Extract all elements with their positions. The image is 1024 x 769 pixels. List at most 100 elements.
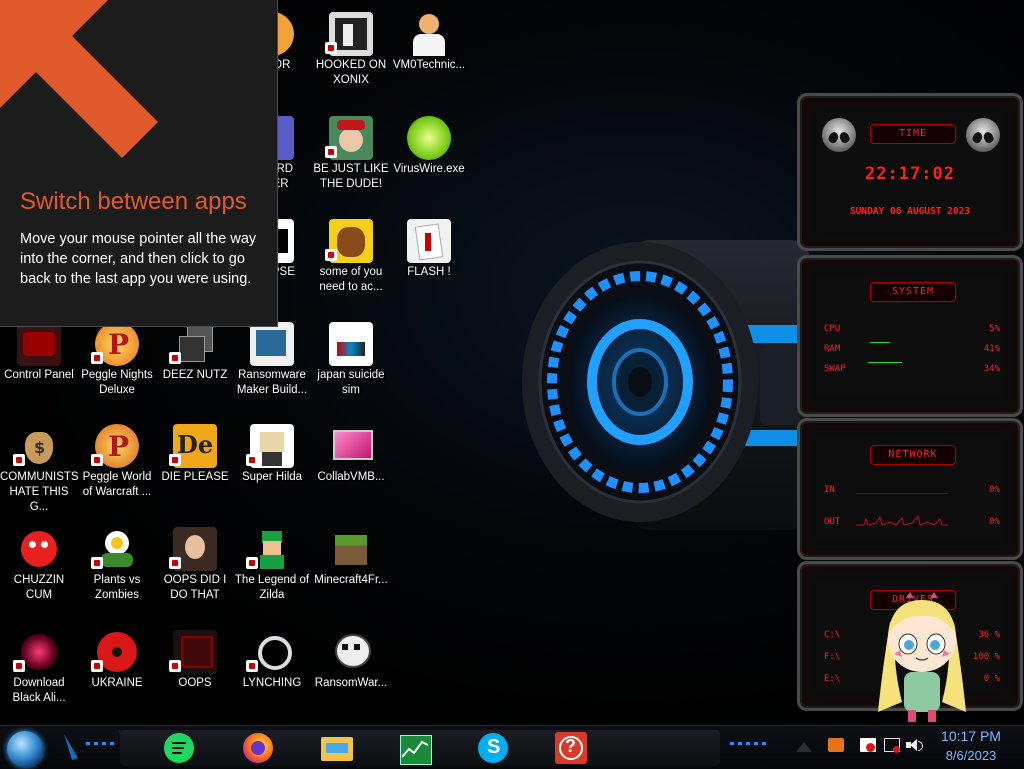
- shortcut-arrow-icon: [91, 454, 103, 466]
- widget-header: SYSTEM: [870, 282, 956, 302]
- shortcut-arrow-icon: [91, 352, 103, 364]
- desktop-icon[interactable]: Control Panel: [0, 316, 78, 416]
- desktop-icon[interactable]: The Legend of Zilda: [233, 521, 311, 621]
- desktop-icon[interactable]: UKRAINE: [78, 624, 156, 724]
- desktop-icon[interactable]: Plants vs Zombies: [78, 521, 156, 621]
- file-explorer-icon[interactable]: [320, 731, 354, 765]
- desktop-icon-label: DEEZ NUTZ: [162, 369, 228, 381]
- desktop-icon[interactable]: CHUZZIN CUM: [0, 521, 78, 621]
- desktop-icon[interactable]: Ransomware Maker Build...: [233, 316, 311, 416]
- firefox-icon[interactable]: [241, 731, 275, 765]
- network-icon[interactable]: [884, 738, 900, 753]
- installer-icon: [329, 322, 373, 366]
- shortcut-arrow-icon: [246, 660, 258, 672]
- desktop-icon-label: VirusWire.exe: [393, 163, 465, 175]
- desktop-icon-label: HOOKED ON XONIX: [315, 59, 387, 86]
- desktop-icon[interactable]: $ COMMUNISTS HATE THIS G...: [0, 418, 79, 518]
- volume-icon[interactable]: [906, 738, 923, 752]
- switch-apps-tip-panel: Switch between apps Move your mouse poin…: [0, 0, 278, 327]
- shortcut-arrow-icon: [169, 557, 181, 569]
- task-manager-icon[interactable]: [398, 731, 432, 765]
- lime-icon: [407, 116, 451, 160]
- show-hidden-icons-button[interactable]: [796, 742, 812, 752]
- drive-e-label: E:\: [824, 674, 841, 684]
- desktop-icon-label: Peggle World of Warcraft ...: [82, 471, 152, 498]
- desktop-icon[interactable]: OOPS DID I DO THAT: [156, 521, 234, 621]
- ransomware-builder-icon: [250, 322, 294, 366]
- desktop-icon-label: The Legend of Zilda: [234, 574, 310, 601]
- desktop-icon[interactable]: P Peggle World of Warcraft ...: [78, 418, 156, 518]
- start-button[interactable]: [7, 731, 43, 767]
- desktop-icon[interactable]: Super Hilda: [233, 418, 311, 518]
- desktop-icon[interactable]: RansomWar...: [312, 624, 390, 724]
- desktop-icon[interactable]: P Peggle Nights Deluxe: [78, 316, 156, 416]
- desktop-icon[interactable]: VirusWire.exe: [390, 110, 468, 210]
- net-out-graph: [856, 514, 948, 526]
- desktop-icon[interactable]: HOOKED ON XONIX: [312, 6, 390, 106]
- skull-icon: [329, 630, 373, 674]
- desktop-icon-label: DIE PLEASE: [161, 471, 229, 483]
- cpu-value: 5%: [989, 324, 1000, 334]
- spotify-icon[interactable]: [162, 731, 196, 765]
- flash-icon: [407, 219, 451, 263]
- desktop-icon-label: UKRAINE: [91, 677, 143, 689]
- shortcut-arrow-icon: [246, 557, 258, 569]
- desktop-icon-label: LYNCHING: [242, 677, 302, 689]
- java-update-icon[interactable]: [828, 738, 844, 752]
- widget-clock: 22:17:02: [865, 164, 955, 184]
- shortcut-arrow-icon: [91, 660, 103, 672]
- alien-logo-icon: [966, 118, 1000, 152]
- desktop-icon[interactable]: OOPS: [156, 624, 234, 724]
- desktop-icon-label: RansomWar...: [314, 677, 388, 689]
- doctor-icon: [407, 12, 451, 56]
- desktop-icon[interactable]: some of you need to ac...: [312, 213, 390, 313]
- skype-icon[interactable]: S: [476, 731, 510, 765]
- time-widget: TIME 22:17:02 SUNDAY 06 AUGUST 2023: [797, 93, 1023, 251]
- desktop-icon[interactable]: japan suicide sim: [312, 316, 390, 416]
- help-icon[interactable]: ?: [554, 731, 588, 765]
- grass-block-icon: [329, 527, 373, 571]
- taskbar-clock-date[interactable]: 8/6/2023: [936, 748, 1006, 763]
- taskbar-decoration: [730, 742, 766, 745]
- swap-meter: [868, 362, 902, 363]
- net-out-label: OUT: [824, 517, 841, 527]
- desktop-icon[interactable]: Minecraft4Fr...: [312, 521, 390, 621]
- desktop-icon[interactable]: BE JUST LIKE THE DUDE!: [312, 110, 390, 210]
- desktop-icon[interactable]: VM0Technic...: [390, 6, 468, 106]
- shortcut-arrow-icon: [169, 454, 181, 466]
- desktop-icon-label: CollabVMB...: [317, 471, 385, 483]
- desktop-icon-label: VM0Technic...: [392, 59, 466, 71]
- desktop-icon-label: Minecraft4Fr...: [314, 574, 388, 586]
- shortcut-arrow-icon: [169, 352, 181, 364]
- desktop-icon[interactable]: De DIE PLEASE: [156, 418, 234, 518]
- tip-title: Switch between apps: [20, 188, 247, 215]
- action-center-flag-icon[interactable]: [860, 738, 876, 752]
- ram-label: RAM: [824, 344, 841, 354]
- taskbar-clock-time[interactable]: 10:17 PM: [936, 728, 1006, 744]
- desktop-icon-label: Peggle Nights Deluxe: [81, 369, 153, 396]
- network-widget: NETWORK IN 0% OUT 0%: [797, 418, 1023, 560]
- desktop-icon-label: Plants vs Zombies: [93, 574, 141, 601]
- desktop-icon[interactable]: LYNCHING: [233, 624, 311, 724]
- shortcut-arrow-icon: [13, 660, 25, 672]
- shortcut-arrow-icon: [325, 42, 337, 54]
- desktop-icon[interactable]: CollabVMB...: [312, 418, 390, 518]
- desktop-icon-label: japan suicide sim: [317, 369, 385, 396]
- chuzzle-icon: [17, 527, 61, 571]
- desktop-icon[interactable]: Download Black Ali...: [0, 624, 78, 724]
- desktop-icon-label: OOPS: [178, 677, 212, 689]
- shortcut-arrow-icon: [169, 660, 181, 672]
- ram-meter: [870, 342, 890, 343]
- widget-date: SUNDAY 06 AUGUST 2023: [849, 206, 971, 217]
- desktop-icon-label: FLASH !: [407, 266, 451, 278]
- net-in-graph: [856, 493, 948, 494]
- drive-f-label: F:\: [824, 652, 841, 662]
- desktop-icon[interactable]: DEEZ NUTZ: [156, 316, 234, 416]
- desktop-icon-label: CHUZZIN CUM: [13, 574, 65, 601]
- desktop-icon-label: some of you need to ac...: [319, 266, 383, 293]
- desktop-icon[interactable]: FLASH !: [390, 213, 468, 313]
- net-in-value: 0%: [989, 485, 1000, 495]
- wallpaper-cylinder-art: [522, 240, 810, 530]
- corner-arrow-icon: [0, 0, 158, 158]
- tip-body: Move your mouse pointer all the way into…: [20, 231, 257, 287]
